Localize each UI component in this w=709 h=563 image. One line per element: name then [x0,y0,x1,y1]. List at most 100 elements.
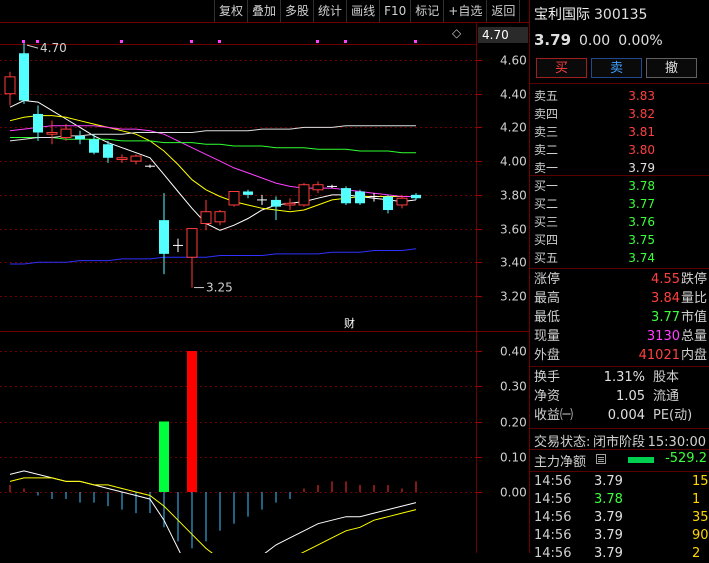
divider [530,366,709,367]
signal-marker [22,40,25,43]
list-icon[interactable] [596,454,606,464]
order-price: 3.80 [628,143,655,157]
toolbar-draw-line-button[interactable]: 画线 [346,0,379,22]
toolbar-back-button[interactable]: 返回 [486,0,521,22]
stat-value: 1.05 [616,389,645,404]
price-tick-label: 4.20 [500,121,527,135]
tick-price: 3.79 [594,546,623,561]
buy-button[interactable]: 买 [536,58,587,78]
stat-row: 涨停 4.55 跌停 [534,270,709,289]
net-flow-value: -529.2 [665,451,707,466]
signal-marker [190,40,193,43]
order-price: 3.76 [628,215,655,229]
stat-label-2: 股本 [653,370,680,385]
sell-button[interactable]: 卖 [591,58,642,78]
candle-body-down [243,191,253,195]
price-tick-label: 4.00 [500,155,527,169]
toolbar-f10-button[interactable]: F10 [379,0,410,22]
candle-body-down [411,194,421,199]
stock-code: 300135 [594,7,648,23]
stat-label: 收益㈠ [534,408,574,423]
order-price: 3.78 [628,179,655,193]
toolbar-mark-button[interactable]: 标记 [410,0,443,22]
indicator-tick-label: 0.30 [500,380,527,394]
toolbar-add-watchlist-button[interactable]: +自选 [443,0,486,22]
tick-row: 14:56 3.79 15 [534,473,709,491]
price-tick-label: 3.80 [500,189,527,203]
candle-body-up [186,228,198,258]
order-book-divider [530,175,709,176]
stat-label: 涨停 [534,272,561,287]
bid-row[interactable]: 买五 3.74 [534,249,709,267]
indicator-tick-label: 0.00 [500,486,527,500]
stat-label: 现量 [534,329,561,344]
net-flow-label: 主力净额 [534,455,587,470]
price-tick-label: 4.40 [500,88,527,102]
tick-volume: 35 [692,510,709,525]
stat-row: 现量 3130 总量 [534,327,709,346]
cancel-order-button[interactable]: 撤 [646,58,697,78]
trade-status-value: 闭市阶段 [593,435,646,450]
order-price: 3.74 [628,251,655,265]
bid-row[interactable]: 买一 3.78 [534,177,709,195]
trade-status: 交易状态: 闭市阶段 15:30:00 [534,431,706,450]
divider [530,471,709,472]
price-tick-label: 4.60 [500,54,527,68]
toolbar-adjust-button[interactable]: 复权 [214,0,247,22]
order-level-label: 卖二 [534,143,559,157]
price-tick-label: 3.40 [500,256,527,270]
indicator-tick-label: 0.20 [500,416,527,430]
tick-volume: 90 [692,528,709,543]
order-price: 3.82 [628,107,655,121]
candle-body-up [60,128,72,139]
chart-toolbar: 复权 叠加 多股 统计 画线 F10 标记 +自选 返回 [214,0,529,22]
stat-value: 3.84 [651,291,680,306]
tick-price: 3.79 [594,474,623,489]
stat-label: 最低 [534,310,561,325]
order-price: 3.83 [628,89,655,103]
bid-row[interactable]: 买三 3.76 [534,213,709,231]
order-level-label: 买四 [534,233,559,247]
stat-value: 4.55 [651,272,680,287]
tick-time: 14:56 [534,546,572,561]
kline-chart[interactable]: 4.60 4.40 4.20 4.00 3.80 3.60 3.40 3.20 4.70 ◇ 4.7… [0,0,530,553]
net-flow[interactable]: 主力净额 -529.2 [534,451,709,470]
indicator-big-bar [159,421,169,492]
stat-row: 净资 1.05 流通 [534,387,709,406]
ask-row[interactable]: 卖三 3.81 [534,123,709,141]
ask-row[interactable]: 卖四 3.82 [534,105,709,123]
ask-row[interactable]: 卖二 3.80 [534,141,709,159]
candle-body-down [341,188,351,204]
divider [530,83,709,84]
order-level-label: 卖三 [534,125,559,139]
tick-volume: 15 [692,474,709,489]
order-level-label: 买三 [534,215,559,229]
current-price-label: 4.70 [482,28,509,42]
ask-row[interactable]: 卖五 3.83 [534,87,709,105]
toolbar-statistics-button[interactable]: 统计 [313,0,346,22]
stat-label: 净资 [534,389,561,404]
tick-volume: 1 [692,492,701,507]
chart-background [0,0,530,553]
price-change: 0.00 [579,33,611,49]
order-level-label: 卖五 [534,89,559,103]
stat-label-2: 量比 [681,291,708,306]
tick-row: 14:56 3.78 1 [534,491,709,509]
indicator-tick-label: 0.10 [500,451,527,465]
bid-row[interactable]: 买四 3.75 [534,231,709,249]
stat-value: 0.004 [607,408,645,423]
toolbar-overlay-button[interactable]: 叠加 [247,0,280,22]
candle-body-up [312,184,324,191]
toolbar-multi-stock-button[interactable]: 多股 [280,0,313,22]
order-level-label: 买二 [534,197,559,211]
candle-body-up [284,202,296,206]
stat-label: 最高 [534,291,561,306]
bid-row[interactable]: 买二 3.77 [534,195,709,213]
candle-body-down [355,191,365,204]
stat-value: 3.77 [651,310,680,325]
candle-body-up [228,190,240,206]
tick-row: 14:56 3.79 35 [534,509,709,527]
stat-row: 收益㈠ 0.004 PE(动) [534,406,709,425]
price-line: 3.79 0.00 0.00% [534,31,663,49]
price-tick-label: 3.20 [500,290,527,304]
